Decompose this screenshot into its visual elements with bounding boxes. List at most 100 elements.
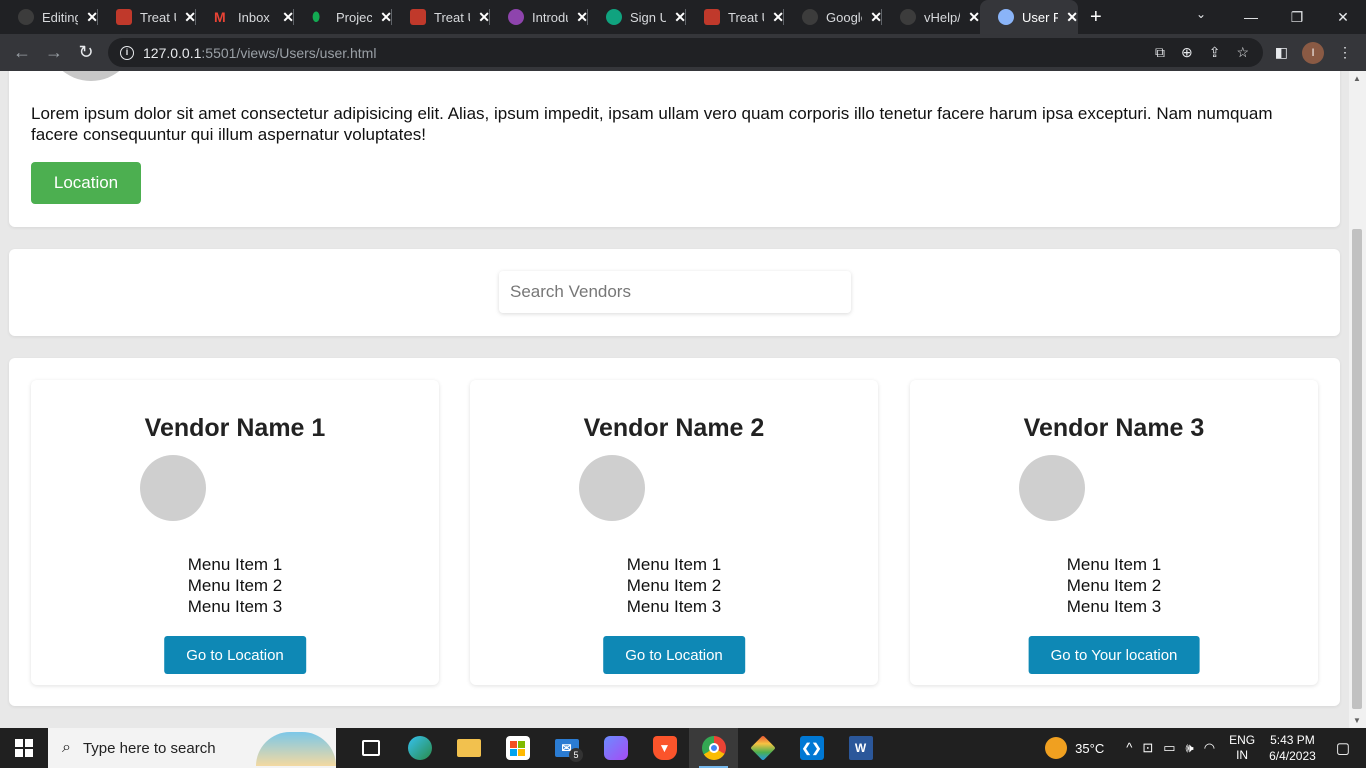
chrome-icon — [701, 736, 726, 760]
region-code: IN — [1236, 748, 1249, 762]
start-button[interactable] — [0, 728, 48, 768]
taskbar-clock[interactable]: 5:43 PM 6/4/2023 — [1269, 732, 1316, 764]
menu-item: Menu Item 3 — [1066, 597, 1162, 616]
url-path: :5501/views/Users/user.html — [201, 44, 377, 61]
battery-icon[interactable]: ▭ — [1163, 740, 1175, 756]
clock-date: 6/4/2023 — [1269, 749, 1316, 763]
vendor-avatar — [579, 455, 645, 521]
task-view-button[interactable] — [346, 728, 395, 768]
scrollbar-thumb[interactable] — [1352, 229, 1362, 709]
browser-tab[interactable]: vHelp/ ✕ — [882, 0, 980, 34]
volume-icon[interactable]: 🕪 — [1186, 740, 1194, 756]
tab-favicon-icon — [116, 9, 132, 25]
taskbar-search-box[interactable]: ⌕ Type here to search — [48, 728, 336, 768]
vendor-menu: Menu Item 1 Menu Item 2 Menu Item 3 — [31, 554, 439, 617]
browser-tab[interactable]: Sign U ✕ — [588, 0, 686, 34]
notifications-icon[interactable]: ▢ — [1336, 739, 1350, 757]
scroll-down-icon[interactable]: ▼ — [1353, 716, 1361, 725]
browser-tab[interactable]: Introdu✕ — [490, 0, 588, 34]
vendor-card: Vendor Name 2 Menu Item 1 Menu Item 2 Me… — [470, 380, 878, 685]
windows-taskbar: ⌕ Type here to search ✉ 5 ▼ ❮❯ W 35°C ^ ⊡… — [0, 728, 1366, 768]
brave-button[interactable]: ▼ — [640, 728, 689, 768]
menu-item: Menu Item 1 — [1066, 555, 1162, 574]
mongodb-leaf-icon: ⬮ — [312, 9, 321, 24]
browser-tab[interactable]: Treat U✕ — [392, 0, 490, 34]
tab-title: Inbox — [238, 9, 270, 25]
tab-favicon-icon — [410, 9, 426, 25]
copilot-button[interactable] — [591, 728, 640, 768]
vendor-card: Vendor Name 1 Menu Item 1 Menu Item 2 Me… — [31, 380, 439, 685]
go-to-location-button[interactable]: Go to Location — [164, 636, 306, 674]
mail-badge: 5 — [569, 748, 583, 762]
system-tray: 35°C ^ ⊡ ▭ 🕪 ◠ ENG IN 5:43 PM 6/4/2023 ▢ — [1045, 728, 1366, 768]
restore-icon[interactable]: ❐ — [1274, 9, 1320, 26]
tab-title: Sign U — [630, 9, 667, 25]
tab-close-icon[interactable]: ✕ — [968, 9, 980, 26]
tab-favicon-icon — [508, 9, 524, 25]
minimize-icon[interactable]: — — [1228, 9, 1274, 25]
scroll-up-icon[interactable]: ▲ — [1353, 74, 1361, 83]
mail-button[interactable]: ✉ 5 — [542, 728, 591, 768]
chrome-button[interactable] — [689, 728, 738, 768]
edge-icon — [407, 736, 432, 760]
page-viewport: Lorem ipsum dolor sit amet consectetur a… — [0, 71, 1349, 728]
vendor-name: Vendor Name 3 — [1023, 414, 1205, 442]
profile-avatar[interactable]: I — [1302, 41, 1324, 64]
forward-icon[interactable]: → — [38, 42, 70, 63]
translate-icon[interactable]: ⧉ — [1155, 44, 1165, 61]
edge-button[interactable] — [395, 728, 444, 768]
search-vendors-input[interactable] — [499, 271, 851, 313]
vscode-button[interactable]: ❮❯ — [787, 728, 836, 768]
store-button[interactable] — [493, 728, 542, 768]
zoom-icon[interactable]: ⊕ — [1181, 44, 1193, 61]
chevron-up-icon[interactable]: ^ — [1126, 740, 1132, 756]
tab-close-icon[interactable]: ✕ — [1066, 9, 1078, 26]
browser-tab[interactable]: Treat U✕ — [98, 0, 196, 34]
bookmark-star-icon[interactable]: ☆ — [1236, 44, 1249, 61]
browser-toolbar: ← → ↻ i 127.0.0.1:5501/views/Users/user.… — [0, 34, 1366, 71]
vendor-menu: Menu Item 1 Menu Item 2 Menu Item 3 — [910, 554, 1318, 617]
menu-kebab-icon[interactable]: ⋮ — [1338, 44, 1352, 61]
github-icon — [900, 9, 916, 25]
browser-tab[interactable]: Google✕ — [784, 0, 882, 34]
vendor-avatar — [140, 455, 206, 521]
language-indicator[interactable]: ENG IN — [1229, 733, 1255, 763]
tab-title: Treat U — [434, 9, 470, 25]
search-icon: ⌕ — [62, 739, 71, 756]
location-button[interactable]: Location — [31, 162, 141, 204]
weather-sun-icon — [1045, 737, 1068, 759]
reload-icon[interactable]: ↻ — [70, 42, 102, 63]
go-to-location-button[interactable]: Go to Location — [603, 636, 745, 674]
git-button[interactable] — [738, 728, 787, 768]
browser-tab-active[interactable]: User P ✕ — [980, 0, 1078, 34]
new-tab-icon[interactable]: + — [1090, 6, 1102, 29]
vendor-menu: Menu Item 1 Menu Item 2 Menu Item 3 — [470, 554, 878, 617]
side-panel-icon[interactable]: ◧ — [1275, 44, 1288, 61]
menu-item: Menu Item 3 — [187, 597, 283, 616]
tab-title: User P — [1022, 9, 1059, 25]
close-window-icon[interactable]: ✕ — [1320, 9, 1366, 26]
vendor-avatar — [1019, 455, 1085, 521]
weather-widget[interactable]: 35°C — [1045, 737, 1104, 759]
clock-time: 5:43 PM — [1270, 733, 1315, 747]
meet-now-icon[interactable]: ⊡ — [1142, 740, 1153, 756]
page-scrollbar[interactable]: ▲ ▼ — [1349, 71, 1366, 728]
share-icon[interactable]: ⇪ — [1209, 44, 1221, 61]
address-bar[interactable]: i 127.0.0.1:5501/views/Users/user.html ⧉… — [108, 38, 1263, 67]
back-icon[interactable]: ← — [6, 42, 38, 63]
browser-tab[interactable]: ⬮ Projec ✕ — [294, 0, 392, 34]
word-icon: W — [848, 736, 873, 760]
profile-card: Lorem ipsum dolor sit amet consectetur a… — [9, 71, 1340, 227]
word-button[interactable]: W — [836, 728, 885, 768]
file-explorer-button[interactable] — [444, 728, 493, 768]
gmail-icon: M — [214, 9, 226, 25]
browser-tab[interactable]: M Inbox ✕ — [196, 0, 294, 34]
go-to-your-location-button[interactable]: Go to Your location — [1028, 636, 1200, 674]
tab-search-chevron-icon[interactable]: ⌄ — [1196, 7, 1206, 21]
browser-tab[interactable]: Editing ✕ — [0, 0, 98, 34]
windows-logo-icon — [15, 739, 33, 757]
wifi-icon[interactable]: ◠ — [1204, 740, 1215, 756]
site-info-icon[interactable]: i — [120, 45, 134, 60]
browser-tab[interactable]: Treat U✕ — [686, 0, 784, 34]
temperature: 35°C — [1075, 740, 1105, 756]
